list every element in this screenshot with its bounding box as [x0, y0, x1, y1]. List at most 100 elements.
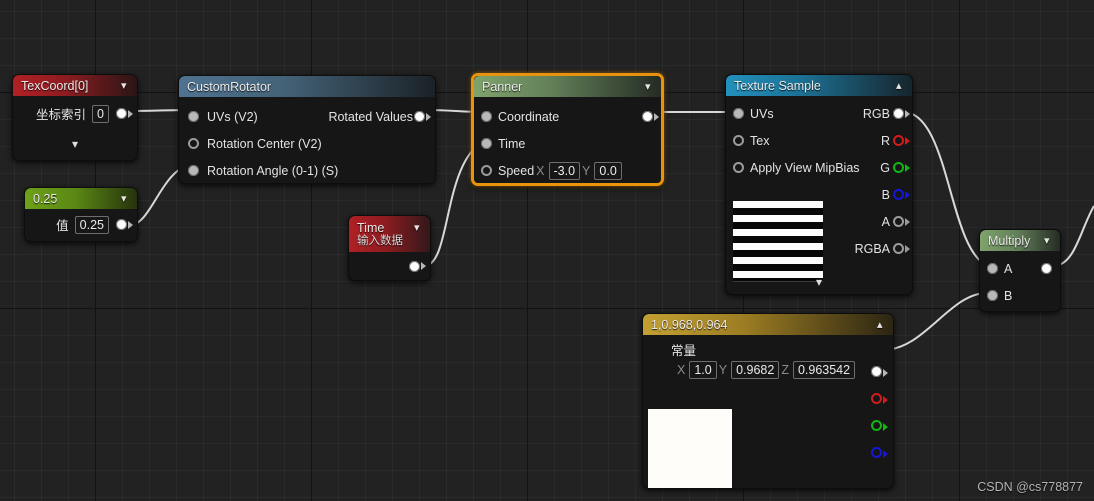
node-header-constant3-vector[interactable]: 1,0.968,0.964 ▴: [643, 314, 893, 335]
input-label-coordinate: Coordinate: [498, 109, 560, 124]
output-arrow-b: [905, 190, 910, 199]
node-custom-rotator[interactable]: CustomRotator UVs (V2) Rotated Values Ro…: [178, 75, 436, 184]
output-pin-multiply[interactable]: [1041, 263, 1052, 274]
output-arrow-panner: [654, 112, 659, 121]
expand-chevron-texture-sample[interactable]: ▾: [726, 276, 912, 288]
input-pin-rotation-angle[interactable]: [188, 165, 199, 176]
input-pin-uvs[interactable]: [733, 108, 744, 119]
node-header-multiply[interactable]: Multiply ▾: [980, 230, 1060, 251]
node-title-time: Time: [357, 221, 385, 235]
row-coord-index: 坐标索引 0: [13, 100, 137, 127]
input-pin-a[interactable]: [987, 263, 998, 274]
node-header-texture-sample[interactable]: Texture Sample ▴: [726, 75, 912, 96]
node-header-constant-025[interactable]: 0.25 ▾: [25, 188, 137, 209]
output-pin-constant3-g[interactable]: [871, 420, 882, 431]
speed-y-axis-label: Y: [582, 163, 591, 178]
node-header-panner[interactable]: Panner ▾: [474, 76, 661, 97]
input-label-rotation-angle: Rotation Angle (0-1) (S): [207, 163, 339, 178]
output-pin-b[interactable]: [893, 189, 904, 200]
coord-index-field[interactable]: 0: [92, 104, 109, 123]
node-texcoord[interactable]: TexCoord[0] ▾ 坐标索引 0 ▾: [12, 74, 138, 161]
row-multiply-a: A: [980, 255, 1060, 282]
node-header-time[interactable]: Time 输入数据 ▾: [349, 216, 430, 252]
output-arrow-rgb: [905, 109, 910, 118]
node-title-multiply: Multiply: [988, 233, 1031, 248]
output-pin-constant-025[interactable]: [116, 219, 127, 230]
row-time-input: Time: [474, 130, 661, 157]
input-label-a: A: [1004, 261, 1013, 276]
output-arrow-constant3-rgb: [883, 369, 888, 377]
output-label-a: A: [881, 214, 890, 229]
output-arrow-texcoord: [128, 109, 133, 118]
output-arrow-a: [905, 217, 910, 226]
speed-x-field[interactable]: -3.0: [548, 161, 581, 180]
input-pin-tex[interactable]: [733, 135, 744, 146]
constant3-z-field[interactable]: 0.963542: [792, 361, 856, 379]
constant3-y-field[interactable]: 0.9682: [731, 361, 780, 379]
input-label-rotation-center: Rotation Center (V2): [207, 136, 322, 151]
output-pin-texcoord[interactable]: [116, 108, 127, 119]
chevron-down-icon[interactable]: ▾: [121, 80, 130, 91]
constant-value-label: 值: [56, 219, 69, 233]
input-pin-rotation-center[interactable]: [188, 138, 199, 149]
row-time-output: [349, 252, 430, 280]
output-pin-rgba[interactable]: [893, 243, 904, 254]
speed-y-field[interactable]: 0.0: [594, 161, 622, 180]
node-body-time: [349, 252, 430, 280]
output-arrow-g: [905, 163, 910, 172]
output-pin-a[interactable]: [893, 216, 904, 227]
chevron-down-icon[interactable]: ▾: [1044, 235, 1053, 246]
input-pin-time[interactable]: [481, 138, 492, 149]
output-arrow-time: [421, 262, 426, 270]
input-pin-coordinate[interactable]: [481, 111, 492, 122]
output-arrow-constant-025: [128, 220, 133, 229]
output-pin-r[interactable]: [893, 135, 904, 146]
node-texture-sample[interactable]: Texture Sample ▴ UVs Tex Apply View MipB…: [725, 74, 913, 295]
node-title-panner: Panner: [482, 79, 523, 94]
output-pin-constant3-r[interactable]: [871, 393, 882, 404]
node-body-texcoord: 坐标索引 0 ▾: [13, 96, 137, 160]
input-pin-speed[interactable]: [481, 165, 492, 176]
row-uvs: UVs (V2) Rotated Values: [179, 103, 435, 130]
output-pin-rotated-values[interactable]: [414, 111, 425, 122]
node-panner[interactable]: Panner ▾ Coordinate Time Speed X -3.0 Y …: [471, 73, 664, 186]
input-label-b: B: [1004, 288, 1013, 303]
output-label-rgba: RGBA: [854, 241, 890, 256]
input-pin-uvs[interactable]: [188, 111, 199, 122]
node-constant-025[interactable]: 0.25 ▾ 值 0.25: [24, 187, 138, 242]
speed-x-axis-label: X: [536, 163, 545, 178]
node-multiply[interactable]: Multiply ▾ A B: [979, 229, 1061, 312]
constant-value-field[interactable]: 0.25: [74, 215, 109, 234]
chevron-down-icon[interactable]: ▾: [645, 81, 654, 92]
input-pin-apply-view-mipbias[interactable]: [733, 162, 744, 173]
node-title-constant3-vector: 1,0.968,0.964: [651, 317, 728, 332]
node-header-custom-rotator[interactable]: CustomRotator: [179, 76, 435, 97]
node-time[interactable]: Time 输入数据 ▾: [348, 215, 431, 281]
output-arrow-r: [905, 136, 910, 145]
input-label-speed: Speed: [498, 163, 535, 178]
chevron-up-icon[interactable]: ▴: [877, 319, 886, 330]
expand-chevron-texcoord[interactable]: ▾: [13, 138, 137, 150]
output-pin-time[interactable]: [409, 260, 420, 272]
chevron-up-icon[interactable]: ▴: [896, 80, 905, 91]
node-title-custom-rotator: CustomRotator: [187, 79, 272, 94]
row-multiply-b: B: [980, 282, 1060, 309]
node-header-texcoord[interactable]: TexCoord[0] ▾: [13, 75, 137, 96]
row-output-b: B: [812, 181, 912, 208]
chevron-down-icon[interactable]: ▾: [414, 223, 423, 234]
constant3-x-field[interactable]: 1.0: [689, 361, 717, 379]
input-pin-b[interactable]: [987, 290, 998, 301]
output-pin-constant3-rgb[interactable]: [871, 366, 882, 377]
output-label-rgb: RGB: [862, 106, 890, 121]
output-pin-rgb[interactable]: [893, 108, 904, 119]
constant3-value-row: X 1.0 Y 0.9682 Z 0.963542: [675, 361, 856, 379]
material-graph-canvas[interactable]: TexCoord[0] ▾ 坐标索引 0 ▾ 0.25 ▾ 值 0.25 Cus…: [0, 0, 1094, 501]
input-label-tex: Tex: [750, 133, 770, 148]
output-pin-g[interactable]: [893, 162, 904, 173]
chevron-down-icon[interactable]: ▾: [121, 193, 130, 204]
node-title-texture-sample: Texture Sample: [734, 78, 821, 93]
node-constant3-vector[interactable]: 1,0.968,0.964 ▴ 常量 X 1.0 Y 0.9682 Z 0.96…: [642, 313, 894, 489]
row-constant-value: 值 0.25: [25, 211, 137, 238]
output-pin-panner[interactable]: [642, 111, 653, 122]
output-pin-constant3-b[interactable]: [871, 447, 882, 458]
